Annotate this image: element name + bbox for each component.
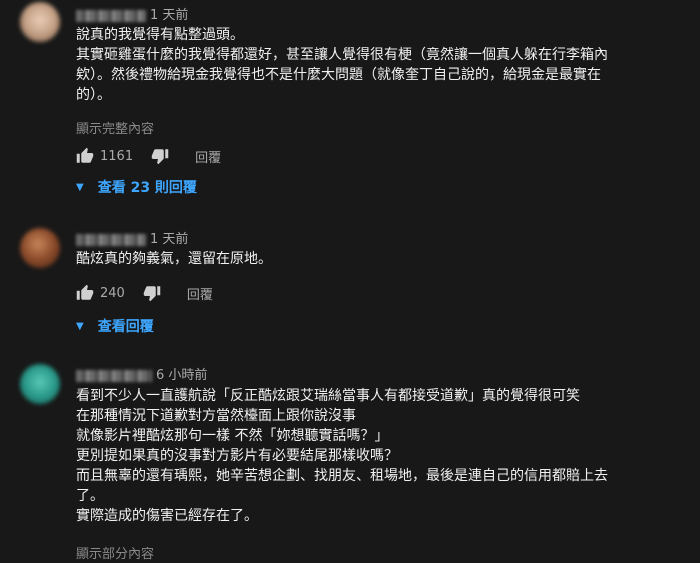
comment-timestamp[interactable]: 6 小時前 bbox=[156, 368, 207, 383]
view-replies-button[interactable]: ▼ 查看 23 則回覆 bbox=[76, 177, 197, 197]
author-name-blurred[interactable] bbox=[76, 9, 146, 22]
comment-timestamp[interactable]: 1 天前 bbox=[150, 232, 188, 247]
author-name-blurred[interactable] bbox=[76, 369, 152, 382]
view-replies-button[interactable]: ▼ 查看回覆 bbox=[76, 316, 154, 336]
avatar[interactable] bbox=[20, 228, 60, 268]
reply-button[interactable]: 回覆 bbox=[195, 147, 221, 166]
reply-button[interactable]: 回覆 bbox=[187, 284, 213, 303]
chevron-down-icon: ▼ bbox=[76, 181, 84, 193]
like-count: 240 bbox=[100, 285, 125, 301]
comment-text: 看到不少人一直護航說「反正酷炫跟艾瑞絲當事人有都接受道歉」真的覺得很可笑 在那種… bbox=[76, 388, 608, 524]
thumb-up-icon[interactable] bbox=[76, 147, 94, 165]
comment-actions: 1161 回覆 bbox=[76, 144, 221, 168]
comment-text: 說真的我覺得有點整過頭。 其實砸雞蛋什麼的我覺得都還好，甚至讓人覺得很有梗（竟然… bbox=[76, 27, 608, 103]
author-row: 6 小時前 bbox=[76, 364, 207, 383]
author-row: 1 天前 bbox=[76, 228, 188, 247]
thumb-down-icon[interactable] bbox=[151, 147, 169, 165]
comment-actions: 240 回覆 bbox=[76, 281, 213, 305]
avatar[interactable] bbox=[20, 364, 60, 404]
show-more-link[interactable]: 顯示完整內容 bbox=[76, 118, 154, 137]
author-name-blurred[interactable] bbox=[76, 233, 146, 246]
chevron-down-icon: ▼ bbox=[76, 320, 84, 332]
view-replies-label: 查看回覆 bbox=[97, 319, 154, 335]
thumb-up-icon[interactable] bbox=[76, 284, 94, 302]
show-less-link[interactable]: 顯示部分內容 bbox=[76, 543, 154, 562]
comment-text: 酷炫真的夠義氣，還留在原地。 bbox=[76, 251, 272, 267]
comment-timestamp[interactable]: 1 天前 bbox=[150, 8, 188, 23]
avatar[interactable] bbox=[20, 2, 60, 42]
like-count: 1161 bbox=[100, 148, 134, 164]
view-replies-label: 查看 23 則回覆 bbox=[97, 180, 197, 196]
thumb-down-icon[interactable] bbox=[143, 284, 161, 302]
author-row: 1 天前 bbox=[76, 4, 188, 23]
